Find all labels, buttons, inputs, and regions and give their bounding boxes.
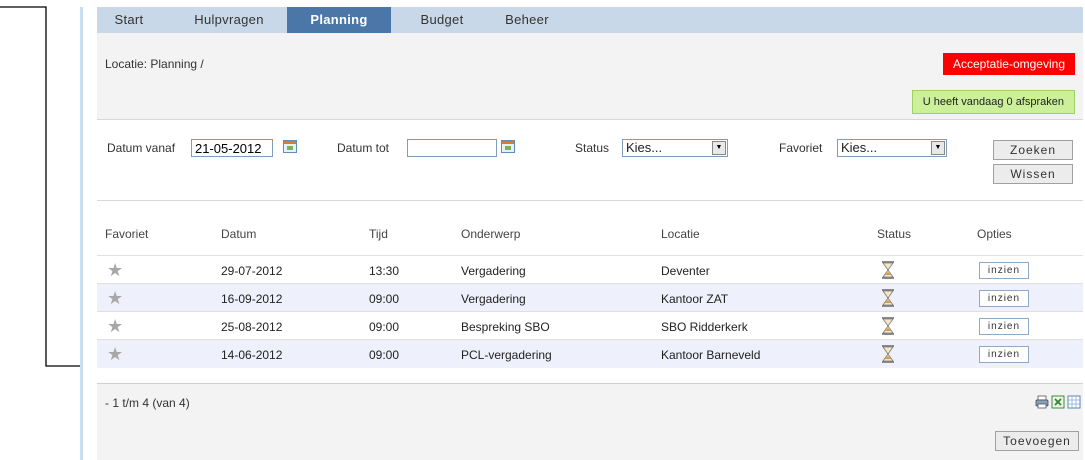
view-button[interactable]: inzien	[979, 290, 1029, 307]
favorite-select[interactable]: Kies... ▼	[837, 139, 947, 157]
status-label: Status	[575, 141, 610, 155]
date-to-input[interactable]	[407, 139, 497, 157]
tab-planning[interactable]: Planning	[287, 7, 391, 33]
star-icon[interactable]: ★	[107, 317, 123, 335]
excel-icon[interactable]	[1051, 395, 1065, 409]
column-header-location[interactable]: Locatie	[661, 227, 700, 241]
row-subject: Vergadering	[461, 292, 526, 306]
date-from-label: Datum vanaf	[107, 141, 176, 155]
column-header-time[interactable]: Tijd	[369, 227, 388, 241]
row-time: 09:00	[369, 292, 400, 306]
tab-start[interactable]: Start	[103, 7, 155, 33]
tab-budget[interactable]: Budget	[415, 7, 469, 33]
hourglass-icon	[882, 289, 894, 307]
row-subject: PCL-vergadering	[461, 348, 552, 362]
hourglass-icon	[882, 317, 894, 335]
date-to-calendar-icon[interactable]	[501, 140, 515, 153]
print-icon[interactable]	[1035, 395, 1049, 409]
row-date: 16-09-2012	[221, 292, 283, 306]
app-window: Start Hulpvragen Planning Budget Beheer …	[80, 7, 1085, 460]
date-from-input[interactable]	[191, 139, 273, 157]
status-select-value: Kies...	[626, 140, 663, 155]
row-date: 25-08-2012	[221, 320, 283, 334]
date-from-calendar-icon[interactable]	[283, 140, 297, 153]
footer-bar: Toevoegen	[97, 423, 1083, 460]
environment-badge: Acceptatie-omgeving	[942, 53, 1075, 75]
breadcrumb: Locatie: Planning /	[105, 57, 204, 71]
clear-button[interactable]: Wissen	[993, 164, 1073, 184]
filter-panel: Datum vanaf Datum tot Status Kies... ▼ F…	[97, 119, 1083, 201]
favorite-select-value: Kies...	[841, 140, 878, 155]
row-subject: Vergadering	[461, 264, 526, 278]
row-location: Kantoor ZAT	[661, 292, 729, 306]
row-time: 13:30	[369, 264, 400, 278]
favorite-label: Favoriet	[779, 141, 823, 155]
column-header-options[interactable]: Opties	[977, 227, 1012, 241]
tab-beheer[interactable]: Beheer	[497, 7, 557, 33]
star-icon[interactable]: ★	[107, 345, 123, 363]
table-row: ★ 25-08-2012 09:00 Bespreking SBO SBO Ri…	[97, 311, 1083, 340]
row-location: Deventer	[661, 264, 710, 278]
row-subject: Bespreking SBO	[461, 320, 550, 334]
hourglass-icon	[882, 261, 894, 279]
pagination-text: - 1 t/m 4 (van 4)	[105, 396, 190, 410]
table-row: ★ 29-07-2012 13:30 Vergadering Deventer …	[97, 255, 1083, 284]
pager-bar: - 1 t/m 4 (van 4)	[97, 383, 1083, 425]
column-header-subject[interactable]: Onderwerp	[461, 227, 520, 241]
dropdown-arrow-icon[interactable]: ▼	[712, 141, 726, 155]
add-button[interactable]: Toevoegen	[995, 431, 1079, 451]
column-header-date[interactable]: Datum	[221, 227, 256, 241]
table-row: ★ 14-06-2012 09:00 PCL-vergadering Kanto…	[97, 339, 1083, 368]
view-button[interactable]: inzien	[979, 318, 1029, 335]
location-bar: Locatie: Planning / Acceptatie-omgeving …	[97, 33, 1083, 119]
row-location: Kantoor Barneveld	[661, 348, 761, 362]
view-button[interactable]: inzien	[979, 262, 1029, 279]
star-icon[interactable]: ★	[107, 261, 123, 279]
star-icon[interactable]: ★	[107, 289, 123, 307]
main-nav: Start Hulpvragen Planning Budget Beheer	[97, 7, 1083, 34]
table-row: ★ 16-09-2012 09:00 Vergadering Kantoor Z…	[97, 283, 1083, 312]
hourglass-icon	[882, 345, 894, 363]
row-location: SBO Ridderkerk	[661, 320, 748, 334]
calendar-icon[interactable]	[1067, 395, 1081, 409]
row-date: 29-07-2012	[221, 264, 283, 278]
appointments-badge: U heeft vandaag 0 afspraken	[911, 90, 1075, 114]
tab-hulpvragen[interactable]: Hulpvragen	[183, 7, 275, 33]
date-to-label: Datum tot	[337, 141, 390, 155]
row-time: 09:00	[369, 348, 400, 362]
column-header-favorite[interactable]: Favoriet	[105, 227, 148, 241]
row-time: 09:00	[369, 320, 400, 334]
row-date: 14-06-2012	[221, 348, 283, 362]
search-button[interactable]: Zoeken	[993, 140, 1073, 160]
column-header-status[interactable]: Status	[877, 227, 911, 241]
status-select[interactable]: Kies... ▼	[622, 139, 728, 157]
view-button[interactable]: inzien	[979, 346, 1029, 363]
dropdown-arrow-icon[interactable]: ▼	[931, 141, 945, 155]
